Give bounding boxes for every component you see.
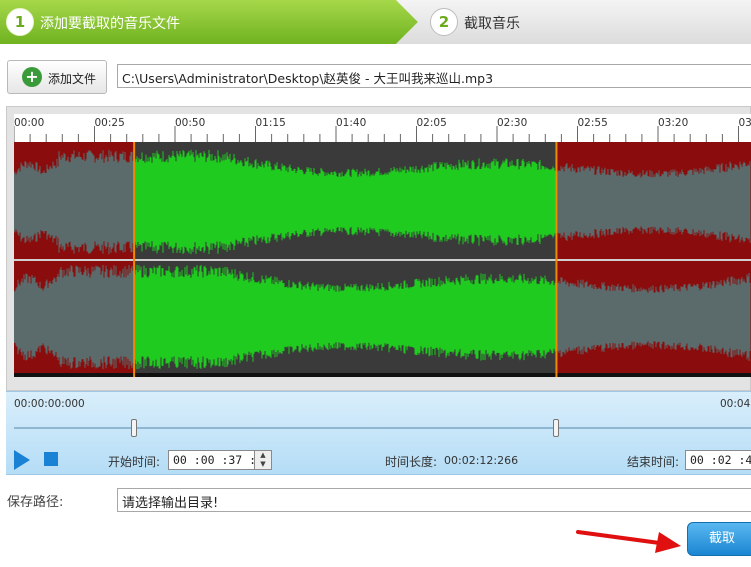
start-time-spinner[interactable]: ▲ ▼ bbox=[254, 450, 272, 470]
wizard-bar: 1 添加要截取的音乐文件 2 截取音乐 bbox=[0, 0, 751, 44]
play-icon[interactable] bbox=[14, 450, 30, 470]
waveform-display[interactable] bbox=[14, 142, 751, 377]
plus-circle-icon: + bbox=[22, 67, 42, 87]
save-path-field[interactable]: 请选择输出目录! bbox=[117, 488, 751, 512]
start-slider-handle[interactable] bbox=[131, 419, 138, 437]
selection-slider-track[interactable] bbox=[14, 427, 751, 429]
ruler-tick-label: 00:00 bbox=[14, 117, 45, 129]
ruler-tick-label: 01:40 bbox=[336, 117, 367, 129]
waveform-bottom-bar bbox=[14, 373, 751, 377]
ruler-tick-label: 00:25 bbox=[94, 117, 125, 129]
end-time-input[interactable]: 00 :02 :49 :5 bbox=[685, 450, 751, 470]
ruler-tick-label: 03:20 bbox=[658, 117, 689, 129]
ruler-tick-label: 02:30 bbox=[497, 117, 528, 129]
end-slider-handle[interactable] bbox=[553, 419, 560, 437]
add-file-button[interactable]: + 添加文件 bbox=[7, 60, 107, 94]
end-time-label: 结束时间: bbox=[627, 455, 680, 469]
step-1-number: 1 bbox=[6, 8, 34, 36]
file-path-field[interactable]: C:\Users\Administrator\Desktop\赵英俊 - 大王叫… bbox=[117, 64, 751, 88]
save-path-label: 保存路径: bbox=[7, 495, 64, 510]
timeline-start-time: 00:00:00:000 bbox=[14, 398, 85, 410]
start-time-label: 开始时间: bbox=[108, 455, 161, 469]
timeline-end-time: 00:04: bbox=[720, 398, 751, 410]
ruler-tick-label: 00:50 bbox=[175, 117, 206, 129]
ruler-tick-label: 02:05 bbox=[416, 117, 447, 129]
add-file-label: 添加文件 bbox=[48, 72, 97, 86]
start-time-input[interactable]: 00 :00 :37 :298 bbox=[168, 450, 256, 470]
ruler-tick-label: 02:55 bbox=[577, 117, 608, 129]
duration-value: 00:02:12:266 bbox=[444, 454, 519, 467]
spin-up-icon[interactable]: ▲ bbox=[255, 451, 271, 460]
red-arrow-annotation bbox=[576, 530, 681, 553]
stop-icon[interactable] bbox=[44, 452, 58, 466]
ruler-tick-label: 03:45 bbox=[738, 117, 751, 129]
ruler-tick-label: 01:15 bbox=[255, 117, 286, 129]
channel-divider bbox=[14, 259, 751, 261]
cut-button[interactable]: 截取 bbox=[687, 522, 751, 556]
step-1-label: 添加要截取的音乐文件 bbox=[40, 16, 180, 32]
wizard-step-cut-music[interactable]: 2 截取音乐 bbox=[396, 0, 751, 44]
step-2-label: 截取音乐 bbox=[464, 16, 520, 32]
wizard-step-add-file[interactable]: 1 添加要截取的音乐文件 bbox=[0, 0, 418, 44]
duration-label: 时间长度: bbox=[385, 455, 438, 469]
step-2-number: 2 bbox=[430, 8, 458, 36]
spin-down-icon[interactable]: ▼ bbox=[255, 460, 271, 469]
